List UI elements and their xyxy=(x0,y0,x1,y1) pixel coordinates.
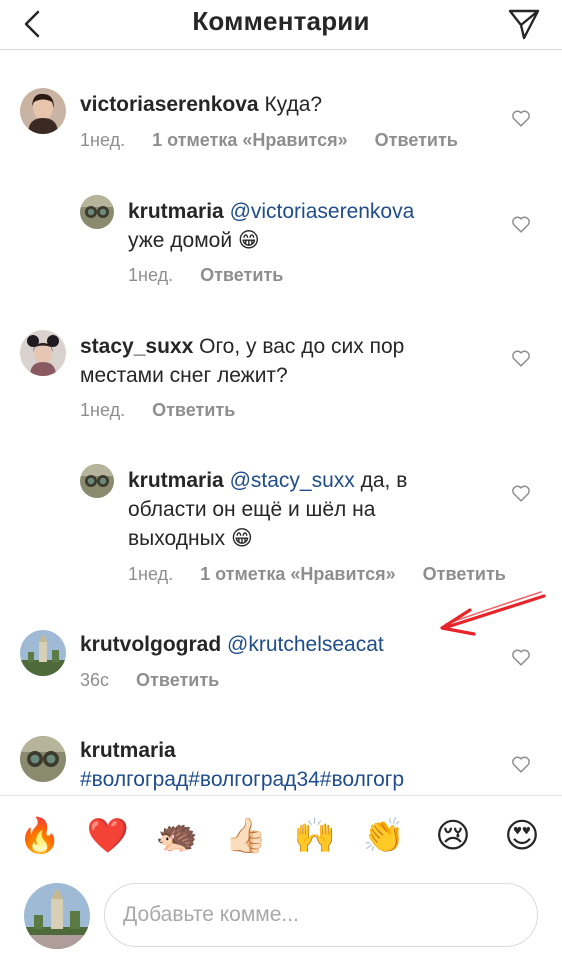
hashtag-links[interactable]: #волгоград#волгоград34#волгогр xyxy=(80,768,404,791)
comment-text: Куда? xyxy=(264,93,323,116)
avatar xyxy=(24,883,90,949)
emoji-quick-reactions: 🔥 ❤️ 🦔 👍🏻 🙌 👏 😢 😍 xyxy=(0,795,562,877)
mention-link[interactable]: @victoriaserenkova xyxy=(230,200,415,223)
comment-text-line: выходных 😁 xyxy=(128,527,253,550)
direct-send-button[interactable] xyxy=(504,4,544,44)
comment-text-line: местами снег лежит? xyxy=(80,364,288,387)
comment-time: 36с xyxy=(80,670,110,690)
comment-time: 1нед. xyxy=(80,400,126,420)
thumbs-up-emoji-button[interactable]: 👍🏻 xyxy=(224,814,268,858)
heart-icon[interactable] xyxy=(510,646,532,668)
avatar[interactable] xyxy=(20,736,66,782)
comment-likes-link[interactable]: 1 отметка «Нравится» xyxy=(152,130,348,150)
comment-text-line: да, в xyxy=(360,469,408,492)
comment-username[interactable]: krutmaria xyxy=(80,739,176,762)
comment-username[interactable]: krutvolgograd xyxy=(80,633,221,656)
reply-button[interactable]: Ответить xyxy=(375,130,458,150)
heart-icon[interactable] xyxy=(510,753,532,775)
header-bar: Комментарии xyxy=(0,0,562,50)
comment-time: 1нед. xyxy=(128,265,174,285)
paper-plane-icon xyxy=(508,9,540,40)
reply-button[interactable]: Ответить xyxy=(200,265,283,285)
fire-emoji-button[interactable]: 🔥 xyxy=(18,814,62,858)
comment-username[interactable]: victoriaserenkova xyxy=(80,93,259,116)
comment-text-line: области он ещё и шёл на xyxy=(128,498,376,521)
comment-text: уже домой 😁 xyxy=(128,229,260,252)
comment-time: 1нед. xyxy=(80,130,126,150)
heart-icon[interactable] xyxy=(510,213,532,235)
heart-emoji-button[interactable]: ❤️ xyxy=(86,814,130,858)
comment-username[interactable]: stacy_suxx xyxy=(80,335,193,358)
comment-username[interactable]: krutmaria xyxy=(128,200,224,223)
reply-button[interactable]: Ответить xyxy=(136,670,219,690)
comment-likes-link[interactable]: 1 отметка «Нравится» xyxy=(200,564,396,584)
comment-username[interactable]: krutmaria xyxy=(128,469,224,492)
comment-time: 1нед. xyxy=(128,564,174,584)
reply-button[interactable]: Ответить xyxy=(423,564,506,584)
page-title: Комментарии xyxy=(192,6,370,36)
avatar[interactable] xyxy=(20,88,66,134)
heart-icon[interactable] xyxy=(510,107,532,129)
avatar[interactable] xyxy=(80,195,114,229)
comment-text-line: Ого, у вас до сих пор xyxy=(199,335,405,358)
hedgehog-emoji-button[interactable]: 🦔 xyxy=(155,814,199,858)
comments-list[interactable]: victoriaserenkova Куда? 1нед. 1 отметка … xyxy=(0,50,562,795)
raised-hands-emoji-button[interactable]: 🙌 xyxy=(293,814,337,858)
avatar[interactable] xyxy=(20,630,66,676)
mention-link[interactable]: @stacy_suxx xyxy=(230,469,355,492)
avatar[interactable] xyxy=(20,330,66,376)
heart-icon[interactable] xyxy=(510,482,532,504)
avatar[interactable] xyxy=(80,464,114,498)
heart-eyes-emoji-button[interactable]: 😍 xyxy=(500,814,544,858)
clapping-hands-emoji-button[interactable]: 👏 xyxy=(362,814,406,858)
comment-composer xyxy=(0,877,562,960)
mention-link[interactable]: @krutchelseacat xyxy=(227,633,384,656)
crying-face-emoji-button[interactable]: 😢 xyxy=(431,814,475,858)
heart-icon[interactable] xyxy=(510,347,532,369)
comment-input[interactable] xyxy=(104,883,538,947)
reply-button[interactable]: Ответить xyxy=(152,400,235,420)
